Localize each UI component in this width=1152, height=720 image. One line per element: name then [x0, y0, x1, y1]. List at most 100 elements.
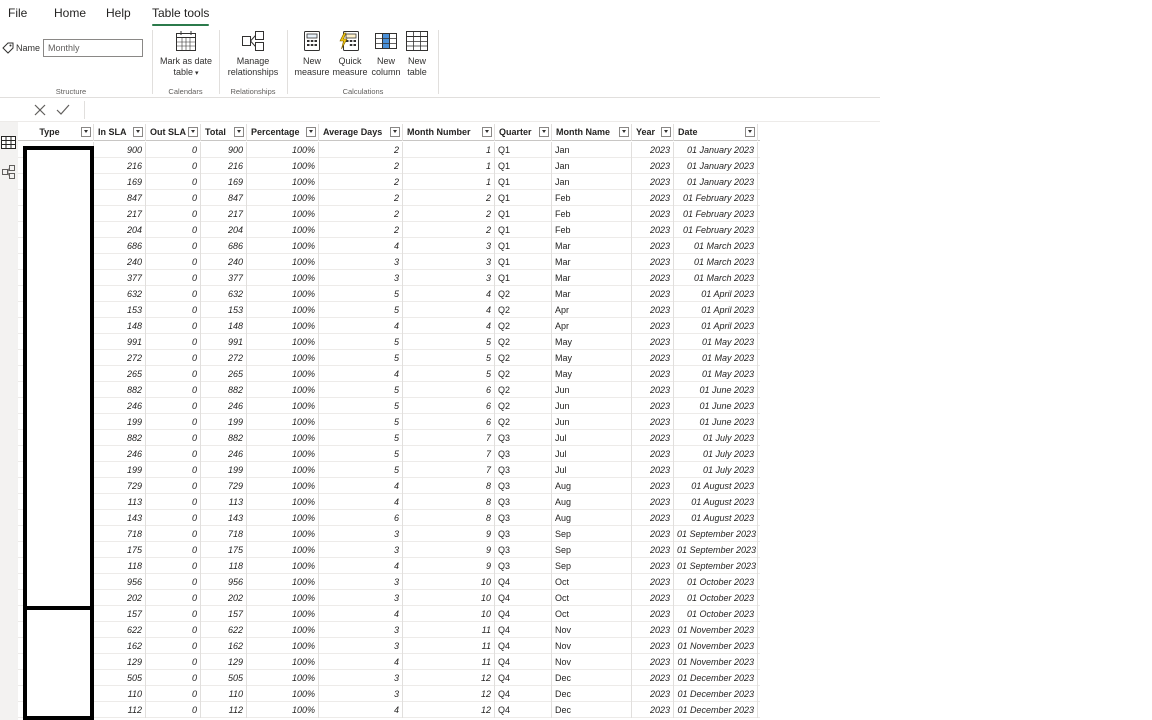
table-cell: 0 — [146, 558, 201, 574]
filter-dropdown-icon[interactable] — [234, 127, 244, 137]
table-row[interactable]: 265 0 265 100% 4 5 Q2 May 2023 01 May 2023 — [18, 366, 760, 382]
column-header[interactable]: Year — [632, 124, 674, 141]
new-column-button[interactable]: New column — [370, 30, 402, 78]
table-cell: 8 — [403, 494, 495, 510]
table-cell: 632 — [201, 286, 247, 302]
table-row[interactable]: 632 0 632 100% 5 4 Q2 Mar 2023 01 April 2023 — [18, 286, 760, 302]
table-row[interactable]: 204 0 204 100% 2 2 Q1 Feb 2023 01 February 2023 — [18, 222, 760, 238]
table-cell: Jun — [552, 398, 632, 414]
table-row[interactable]: 143 0 143 100% 6 8 Q3 Aug 2023 01 August 2023 — [18, 510, 760, 526]
new-measure-label: New — [302, 56, 321, 66]
table-cell: 01 February 2023 — [674, 222, 758, 238]
mark-as-date-table-button[interactable]: Mark as date table ▾ — [155, 30, 217, 79]
column-header[interactable]: In SLA — [94, 124, 146, 141]
tab-home[interactable]: Home — [54, 0, 86, 26]
table-cell: 2023 — [632, 510, 674, 526]
name-input[interactable] — [43, 39, 143, 57]
filter-dropdown-icon[interactable] — [81, 127, 91, 137]
table-cell: 100% — [247, 158, 319, 174]
column-header[interactable]: Percentage — [247, 124, 319, 141]
tab-table-tools[interactable]: Table tools — [152, 0, 210, 26]
table-row[interactable]: 272 0 272 100% 5 5 Q2 May 2023 01 May 2023 — [18, 350, 760, 366]
table-row[interactable]: 175 0 175 100% 3 9 Q3 Sep 2023 01 September 2023 — [18, 542, 760, 558]
table-row[interactable]: 882 0 882 100% 5 6 Q2 Jun 2023 01 June 2023 — [18, 382, 760, 398]
checkmark-icon[interactable] — [56, 104, 70, 116]
manage-relationships-button[interactable]: Manage relationships — [222, 30, 284, 78]
filter-dropdown-icon[interactable] — [745, 127, 755, 137]
column-header[interactable]: Date — [674, 124, 758, 141]
table-cell: 4 — [403, 286, 495, 302]
data-view-icon[interactable] — [1, 136, 16, 149]
table-cell: 216 — [94, 158, 146, 174]
table-row[interactable]: 199 0 199 100% 5 6 Q2 Jun 2023 01 June 2023 — [18, 414, 760, 430]
table-cell: 240 — [94, 254, 146, 270]
filter-dropdown-icon[interactable] — [188, 127, 198, 137]
table-row[interactable]: 162 0 162 100% 3 11 Q4 Nov 2023 01 November 2023 — [18, 638, 760, 654]
table-row[interactable]: 622 0 622 100% 3 11 Q4 Nov 2023 01 November 2023 — [18, 622, 760, 638]
table-cell: Q2 — [495, 398, 552, 414]
table-row[interactable]: 113 0 113 100% 4 8 Q3 Aug 2023 01 August 2023 — [18, 494, 760, 510]
quick-measure-button[interactable]: Quick measure — [332, 30, 368, 78]
table-row[interactable]: 377 0 377 100% 3 3 Q1 Mar 2023 01 March 2023 — [18, 270, 760, 286]
tab-file[interactable]: File — [8, 0, 27, 26]
table-row[interactable]: 956 0 956 100% 3 10 Q4 Oct 2023 01 October 2023 — [18, 574, 760, 590]
filter-dropdown-icon[interactable] — [306, 127, 316, 137]
table-row[interactable]: 157 0 157 100% 4 10 Q4 Oct 2023 01 October 2023 — [18, 606, 760, 622]
table-cell: 3 — [319, 638, 403, 654]
close-icon[interactable] — [34, 104, 46, 116]
table-row[interactable]: 199 0 199 100% 5 7 Q3 Jul 2023 01 July 2023 — [18, 462, 760, 478]
table-cell: 202 — [201, 590, 247, 606]
table-row[interactable]: 129 0 129 100% 4 11 Q4 Nov 2023 01 November 2023 — [18, 654, 760, 670]
column-header[interactable]: Month Number — [403, 124, 495, 141]
column-header[interactable]: Type — [18, 124, 94, 141]
table-row[interactable]: 686 0 686 100% 4 3 Q1 Mar 2023 01 March 2023 — [18, 238, 760, 254]
column-header[interactable]: Quarter — [495, 124, 552, 141]
table-row[interactable]: 505 0 505 100% 3 12 Q4 Dec 2023 01 December 2023 — [18, 670, 760, 686]
table-cell: 882 — [94, 430, 146, 446]
table-cell: 100% — [247, 302, 319, 318]
table-cell: 100% — [247, 318, 319, 334]
table-row[interactable]: 112 0 112 100% 4 12 Q4 Dec 2023 01 December 2023 — [18, 702, 760, 718]
column-header[interactable]: Average Days — [319, 124, 403, 141]
table-row[interactable]: 217 0 217 100% 2 2 Q1 Feb 2023 01 February 2023 — [18, 206, 760, 222]
filter-dropdown-icon[interactable] — [482, 127, 492, 137]
table-row[interactable]: 246 0 246 100% 5 7 Q3 Jul 2023 01 July 2023 — [18, 446, 760, 462]
table-row[interactable]: 169 0 169 100% 2 1 Q1 Jan 2023 01 January 2023 — [18, 174, 760, 190]
table-row[interactable]: 847 0 847 100% 2 2 Q1 Feb 2023 01 February 2023 — [18, 190, 760, 206]
column-header[interactable]: Total — [201, 124, 247, 141]
filter-dropdown-icon[interactable] — [390, 127, 400, 137]
table-row[interactable]: 110 0 110 100% 3 12 Q4 Dec 2023 01 December 2023 — [18, 686, 760, 702]
table-row[interactable]: 240 0 240 100% 3 3 Q1 Mar 2023 01 March 2023 — [18, 254, 760, 270]
table-row[interactable]: 216 0 216 100% 2 1 Q1 Jan 2023 01 January 2023 — [18, 158, 760, 174]
table-cell: 01 March 2023 — [674, 270, 758, 286]
table-row[interactable]: 900 0 900 100% 2 1 Q1 Jan 2023 01 January 2023 — [18, 142, 760, 158]
filter-dropdown-icon[interactable] — [661, 127, 671, 137]
table-row[interactable]: 153 0 153 100% 5 4 Q2 Apr 2023 01 April 2023 — [18, 302, 760, 318]
table-cell: 143 — [94, 510, 146, 526]
filter-dropdown-icon[interactable] — [133, 127, 143, 137]
table-row[interactable]: 882 0 882 100% 5 7 Q3 Jul 2023 01 July 2023 — [18, 430, 760, 446]
column-header[interactable]: Month Name — [552, 124, 632, 141]
tab-help[interactable]: Help — [106, 0, 131, 26]
new-table-button[interactable]: New table — [402, 30, 432, 78]
table-row[interactable]: 246 0 246 100% 5 6 Q2 Jun 2023 01 June 2023 — [18, 398, 760, 414]
table-cell: 01 September 2023 — [674, 526, 758, 542]
table-row[interactable]: 118 0 118 100% 4 9 Q3 Sep 2023 01 September 2023 — [18, 558, 760, 574]
table-row[interactable]: 718 0 718 100% 3 9 Q3 Sep 2023 01 September 2023 — [18, 526, 760, 542]
table-row[interactable]: 148 0 148 100% 4 4 Q2 Apr 2023 01 April 2023 — [18, 318, 760, 334]
table-cell: 2023 — [632, 334, 674, 350]
filter-dropdown-icon[interactable] — [539, 127, 549, 137]
table-row[interactable]: 991 0 991 100% 5 5 Q2 May 2023 01 May 2023 — [18, 334, 760, 350]
table-cell: Q1 — [495, 270, 552, 286]
table-row[interactable]: 202 0 202 100% 3 10 Q4 Oct 2023 01 October 2023 — [18, 590, 760, 606]
filter-dropdown-icon[interactable] — [619, 127, 629, 137]
table-row[interactable]: 729 0 729 100% 4 8 Q3 Aug 2023 01 August 2023 — [18, 478, 760, 494]
model-view-icon[interactable] — [2, 165, 15, 179]
column-header[interactable]: Out SLA — [146, 124, 201, 141]
table-cell: 01 August 2023 — [674, 510, 758, 526]
new-measure-button[interactable]: New measure — [293, 30, 331, 78]
table-cell: 3 — [403, 270, 495, 286]
table-cell: 4 — [319, 606, 403, 622]
table-cell: Q2 — [495, 286, 552, 302]
table-cell: 718 — [94, 526, 146, 542]
